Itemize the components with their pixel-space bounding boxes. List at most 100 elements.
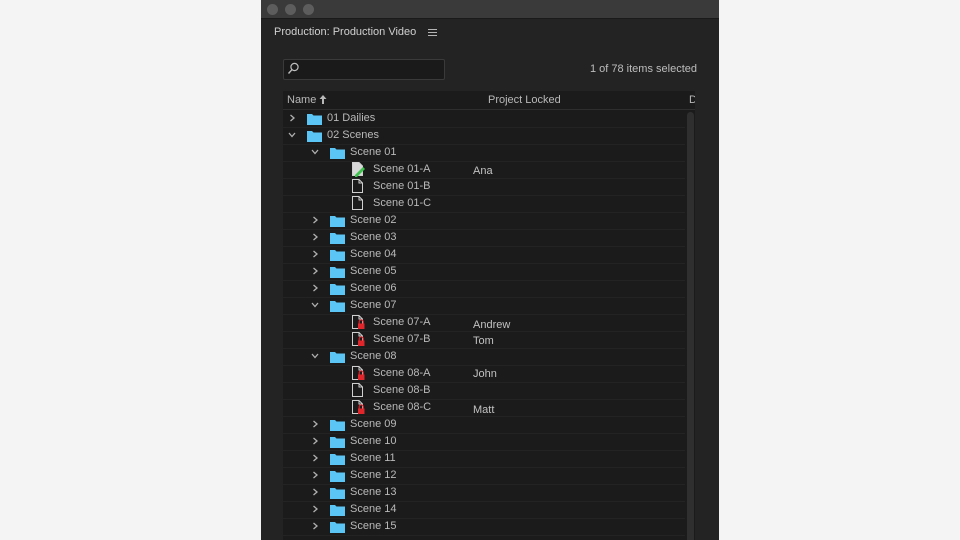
vertical-scrollbar[interactable]: [686, 110, 695, 540]
folder-row[interactable]: Scene 05: [283, 263, 685, 281]
folder-row[interactable]: Scene 14: [283, 501, 685, 519]
chevron-right-icon[interactable]: [311, 488, 319, 496]
folder-row[interactable]: Scene 10: [283, 433, 685, 451]
close-window-button[interactable]: [267, 4, 278, 15]
folder-icon: [330, 301, 345, 312]
folder-icon: [330, 267, 345, 278]
chevron-down-icon[interactable]: [311, 301, 319, 309]
item-name: Scene 08-A: [373, 367, 431, 379]
item-name: Scene 11: [350, 452, 396, 464]
file-row[interactable]: Scene 07-B Tom: [283, 331, 685, 349]
item-name: Scene 01-B: [373, 180, 431, 192]
sort-ascending-icon[interactable]: [319, 95, 327, 104]
folder-row[interactable]: Scene 01: [283, 144, 685, 162]
file-row[interactable]: Scene 01-B: [283, 178, 685, 196]
locked-file-icon: [352, 332, 365, 346]
item-name: Scene 01-A: [373, 163, 431, 175]
item-name: Scene 13: [350, 486, 397, 498]
folder-row[interactable]: Scene 07: [283, 297, 685, 315]
folder-icon: [330, 420, 345, 431]
chevron-right-icon[interactable]: [311, 454, 319, 462]
chevron-down-icon[interactable]: [288, 131, 296, 139]
folder-icon: [307, 114, 322, 125]
file-row[interactable]: Scene 07-A Andrew: [283, 314, 685, 332]
folder-row[interactable]: Scene 03: [283, 229, 685, 247]
item-name: Scene 09: [350, 418, 397, 430]
folder-row[interactable]: Scene 09: [283, 416, 685, 434]
locked-file-icon: [352, 400, 365, 414]
folder-icon: [330, 454, 345, 465]
locked-by-user: Ana: [473, 165, 493, 177]
item-name: Scene 01: [350, 146, 397, 158]
folder-icon: [330, 216, 345, 227]
item-name: Scene 12: [350, 469, 397, 481]
chevron-right-icon[interactable]: [311, 471, 319, 479]
column-header-project-locked[interactable]: Project Locked: [488, 94, 561, 106]
locked-by-user: Tom: [473, 335, 494, 347]
column-header-truncated[interactable]: D: [689, 94, 695, 106]
file-icon: [352, 383, 363, 397]
scrollbar-thumb[interactable]: [687, 112, 694, 540]
minimize-window-button[interactable]: [285, 4, 296, 15]
chevron-right-icon[interactable]: [311, 250, 319, 258]
chevron-right-icon[interactable]: [311, 420, 319, 428]
folder-icon: [307, 131, 322, 142]
folder-icon: [330, 522, 345, 533]
folder-row[interactable]: Scene 06: [283, 280, 685, 298]
folder-row[interactable]: 01 Dailies: [283, 110, 685, 128]
folder-icon: [330, 148, 345, 159]
file-row[interactable]: Scene 08-B: [283, 382, 685, 400]
project-panel-window: Production: Production Video 1 of 78 ite…: [261, 0, 719, 540]
editing-file-icon: [352, 162, 365, 177]
chevron-down-icon[interactable]: [311, 352, 319, 360]
item-name: Scene 07-B: [373, 333, 431, 345]
locked-by-user: Andrew: [473, 319, 511, 331]
file-row[interactable]: Scene 01-C: [283, 195, 685, 213]
folder-icon: [330, 250, 345, 261]
chevron-right-icon[interactable]: [311, 505, 319, 513]
panel-menu-icon[interactable]: [428, 29, 437, 36]
item-name: Scene 05: [350, 265, 397, 277]
chevron-right-icon[interactable]: [311, 233, 319, 241]
file-row[interactable]: Scene 08-C Matt: [283, 399, 685, 417]
folder-row[interactable]: 02 Scenes: [283, 127, 685, 145]
selection-count: 1 of 78 items selected: [589, 63, 697, 75]
file-icon: [352, 196, 363, 210]
project-list: Name Project Locked D 01 Dailies 02 Scene…: [283, 91, 695, 540]
folder-icon: [330, 505, 345, 516]
folder-row[interactable]: Scene 08: [283, 348, 685, 366]
folder-row[interactable]: Scene 04: [283, 246, 685, 264]
folder-row[interactable]: Scene 13: [283, 484, 685, 502]
item-name: Scene 03: [350, 231, 397, 243]
chevron-right-icon[interactable]: [311, 267, 319, 275]
item-name: Scene 06: [350, 282, 397, 294]
title-bar: [261, 0, 719, 19]
zoom-window-button[interactable]: [303, 4, 314, 15]
folder-icon: [330, 352, 345, 363]
locked-by-user: John: [473, 368, 497, 380]
panel-title[interactable]: Production: Production Video: [274, 26, 416, 38]
chevron-right-icon[interactable]: [288, 114, 296, 122]
item-name: Scene 14: [350, 503, 397, 515]
locked-file-icon: [352, 366, 365, 380]
chevron-down-icon[interactable]: [311, 148, 319, 156]
folder-row[interactable]: Scene 02: [283, 212, 685, 230]
item-name: Scene 08: [350, 350, 397, 362]
column-header-name[interactable]: Name: [287, 94, 316, 106]
item-name: 02 Scenes: [327, 129, 379, 141]
item-name: Scene 07-A: [373, 316, 431, 328]
item-name: Scene 08-C: [373, 401, 432, 413]
folder-icon: [330, 284, 345, 295]
chevron-right-icon[interactable]: [311, 216, 319, 224]
folder-row[interactable]: Scene 12: [283, 467, 685, 485]
folder-row[interactable]: Scene 15: [283, 518, 685, 536]
file-row[interactable]: Scene 01-A Ana: [283, 161, 685, 179]
chevron-right-icon[interactable]: [311, 522, 319, 530]
folder-row[interactable]: Scene 11: [283, 450, 685, 468]
chevron-right-icon[interactable]: [311, 284, 319, 292]
file-icon: [352, 179, 363, 193]
chevron-right-icon[interactable]: [311, 437, 319, 445]
search-input[interactable]: [304, 62, 439, 76]
search-box[interactable]: [283, 59, 445, 80]
file-row[interactable]: Scene 08-A John: [283, 365, 685, 383]
